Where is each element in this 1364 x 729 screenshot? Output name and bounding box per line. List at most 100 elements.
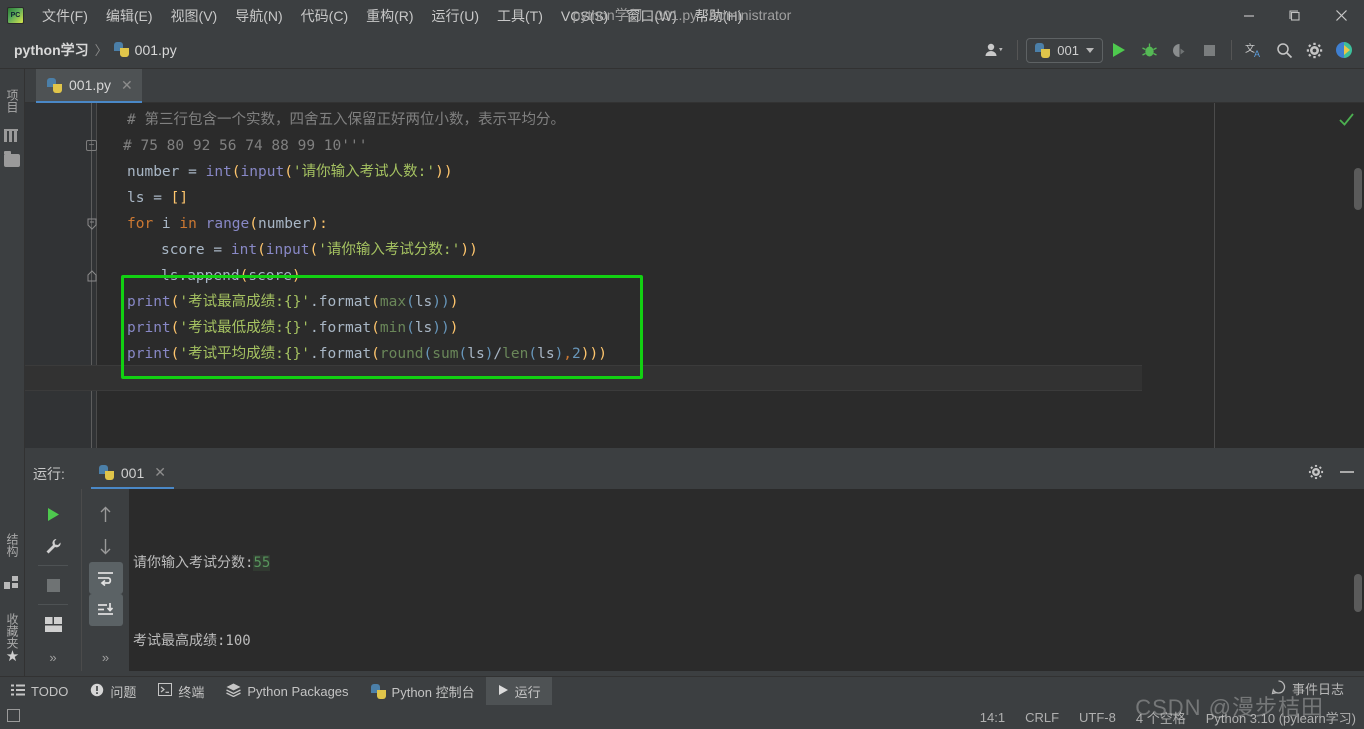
- editor-scrollbar[interactable]: [1354, 168, 1362, 210]
- console-output[interactable]: 请你输入考试分数:55 考试最高成绩:100 考试最低成绩:55 考试平均成绩:…: [129, 489, 1356, 727]
- more-icon[interactable]: »: [49, 650, 56, 665]
- stop-icon[interactable]: [36, 569, 70, 601]
- run-panel-body: » » 请你输入考试分数:55 考试最高成绩:100: [25, 489, 1364, 727]
- code-line-33: number = int(input('请你输入考试人数:')): [127, 159, 453, 185]
- breadcrumb-file[interactable]: 001.py: [135, 42, 177, 58]
- menu-window[interactable]: 窗口(W): [617, 2, 686, 30]
- code-text[interactable]: # 第三行包含一个实数，四舍五入保留正好两位小数，表示平均分。 # 75 80 …: [97, 103, 1364, 448]
- menu-run[interactable]: 运行(U): [423, 2, 488, 30]
- python-file-icon: [47, 77, 62, 93]
- scroll-to-end-icon[interactable]: [88, 594, 123, 626]
- rerun-icon[interactable]: [36, 498, 70, 530]
- close-icon[interactable]: ✕: [154, 464, 166, 481]
- folder-icon[interactable]: [4, 151, 20, 167]
- bottom-tab-terminal[interactable]: 终端: [147, 677, 215, 706]
- stop-icon[interactable]: [1195, 37, 1223, 63]
- run-icon[interactable]: [1105, 37, 1133, 63]
- structure-icon[interactable]: [4, 574, 21, 591]
- bottom-tab-python-packages[interactable]: Python Packages: [215, 677, 359, 706]
- menu-navigate[interactable]: 导航(N): [226, 2, 291, 30]
- user-avatar-icon[interactable]: [981, 37, 1009, 63]
- code-token: '考试最高成绩:{}': [179, 294, 311, 310]
- menu-file[interactable]: 文件(F): [33, 2, 97, 30]
- console-line: 请你输入考试分数:55: [133, 550, 1356, 576]
- code-token: ls: [414, 320, 433, 336]
- bottom-tab-todo[interactable]: TODO: [0, 677, 79, 706]
- editor-tab-001py[interactable]: 001.py ✕: [36, 69, 142, 103]
- code-token: min: [379, 320, 407, 336]
- sidebar-item-structure[interactable]: 结构: [0, 521, 25, 569]
- run-tab-001[interactable]: 001 ✕: [90, 458, 174, 489]
- code-token: )): [435, 164, 453, 180]
- fold-end-icon[interactable]: [86, 269, 97, 281]
- maximize-icon[interactable]: [1272, 0, 1318, 31]
- bottom-tab-label: Python Packages: [247, 683, 349, 699]
- editor-tab-bar: 001.py ✕: [25, 69, 1364, 103]
- code-token: ): [291, 268, 301, 284]
- translate-icon[interactable]: 文 A: [1240, 37, 1268, 63]
- code-token: '请你输入考试人数:': [292, 164, 436, 180]
- line-separator[interactable]: CRLF: [1025, 710, 1059, 725]
- minimize-icon[interactable]: [1226, 0, 1272, 31]
- scroll-down-icon[interactable]: [89, 530, 123, 562]
- code-token: (: [406, 294, 415, 310]
- todo-list-icon: [11, 684, 25, 699]
- fold-minus-icon[interactable]: −: [86, 140, 97, 151]
- console-scrollbar[interactable]: [1354, 574, 1362, 612]
- code-token: # 75 80 92 56 74 88 99 10''': [123, 138, 368, 154]
- code-token: number: [258, 216, 311, 232]
- debug-icon[interactable]: [1135, 37, 1163, 63]
- close-icon[interactable]: ✕: [121, 77, 133, 94]
- fold-collapse-icon[interactable]: [86, 218, 97, 230]
- menu-vcs[interactable]: VCS(S): [552, 4, 617, 28]
- code-token: print: [127, 320, 171, 336]
- soft-wrap-icon[interactable]: [88, 562, 123, 594]
- sidebar-item-project[interactable]: 项目: [0, 77, 25, 125]
- bottom-tab-problems[interactable]: 问题: [79, 677, 147, 706]
- menu-edit[interactable]: 编辑(E): [97, 2, 162, 30]
- bottom-tab-label: TODO: [31, 683, 69, 699]
- code-token: ls: [537, 346, 555, 362]
- code-line-32: # 75 80 92 56 74 88 99 10''': [123, 133, 367, 159]
- menu-refactor[interactable]: 重构(R): [357, 2, 422, 30]
- event-log-button[interactable]: 事件日志: [1271, 679, 1344, 698]
- plugin-icon[interactable]: [1330, 37, 1358, 63]
- menu-code[interactable]: 代码(C): [292, 2, 357, 30]
- breadcrumb-project[interactable]: python学习: [14, 40, 89, 60]
- minimize-icon[interactable]: [1338, 465, 1356, 482]
- menu-help[interactable]: 帮助(H): [686, 2, 751, 30]
- bottom-tab-python-console[interactable]: Python 控制台: [360, 677, 486, 706]
- layout-icon[interactable]: [36, 608, 70, 640]
- run-configuration-selector[interactable]: 001: [1026, 37, 1103, 63]
- coverage-icon[interactable]: [1165, 37, 1193, 63]
- file-encoding[interactable]: UTF-8: [1079, 710, 1116, 725]
- more-icon[interactable]: »: [102, 650, 109, 665]
- star-icon[interactable]: ★: [4, 649, 21, 666]
- scroll-up-icon[interactable]: [89, 498, 123, 530]
- caret-position[interactable]: 14:1: [980, 710, 1005, 725]
- code-token: (: [257, 242, 266, 258]
- wrench-icon[interactable]: [36, 530, 70, 562]
- menu-tools[interactable]: 工具(T): [488, 2, 552, 30]
- bottom-tab-run[interactable]: 运行: [485, 676, 552, 706]
- bookmarks-icon[interactable]: [4, 129, 21, 146]
- code-editor[interactable]: 31 32 33 34 35 36 37 38 39 40 41 42 43 −…: [25, 103, 1364, 448]
- code-token: .: [178, 268, 188, 284]
- close-icon[interactable]: [1318, 0, 1364, 31]
- code-token: /: [493, 346, 503, 362]
- gear-icon[interactable]: [1308, 464, 1324, 483]
- inspection-ok-checkmark-icon[interactable]: [1338, 111, 1354, 127]
- indent-setting[interactable]: 4 个空格: [1136, 708, 1186, 727]
- settings-gear-icon[interactable]: [1300, 37, 1328, 63]
- run-toolbar-right: »: [81, 489, 129, 671]
- menu-view[interactable]: 视图(V): [162, 2, 227, 30]
- code-token: ls: [414, 294, 433, 310]
- code-token: len: [502, 346, 529, 362]
- console-prompt: 请你输入考试分数:: [133, 555, 254, 571]
- python-interpreter[interactable]: Python 3.10 (pylearn学习): [1206, 708, 1356, 727]
- run-toolbar-left: »: [25, 489, 81, 671]
- resize-corner-icon[interactable]: [7, 709, 20, 722]
- code-token: round: [379, 346, 424, 362]
- title-bar: 文件(F) 编辑(E) 视图(V) 导航(N) 代码(C) 重构(R) 运行(U…: [0, 0, 1364, 31]
- search-icon[interactable]: [1270, 37, 1298, 63]
